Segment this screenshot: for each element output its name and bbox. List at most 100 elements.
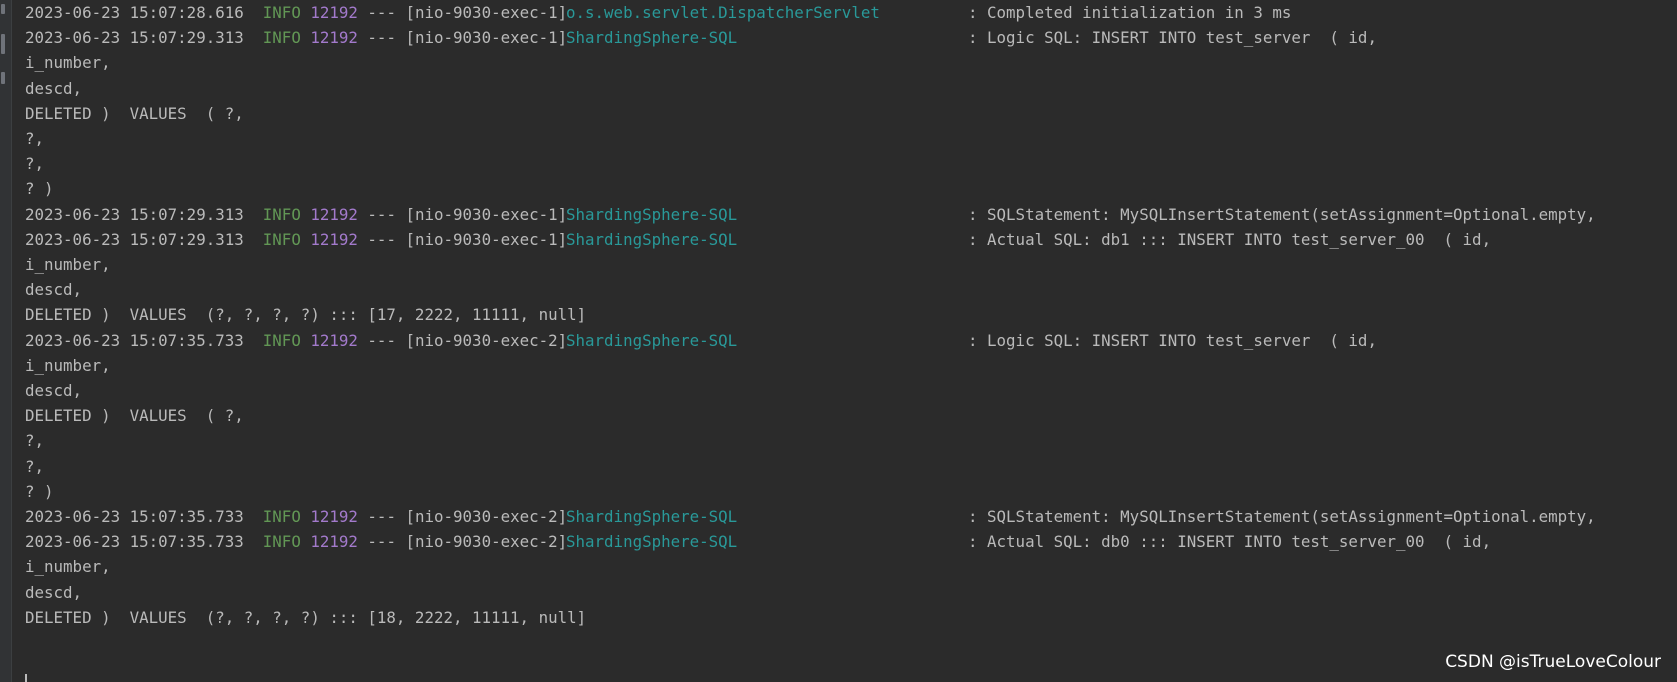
log-separator: --- <box>367 28 396 48</box>
log-continuation: i_number, <box>25 355 111 375</box>
log-thread: [nio-9030-exec-2] <box>405 532 568 552</box>
log-timestamp: 2023-06-23 15:07:29.313 <box>25 28 244 48</box>
log-continuation: DELETED ) VALUES ( ?, <box>25 103 244 123</box>
log-pid: 12192 <box>310 229 358 249</box>
log-continuation: DELETED ) VALUES (?, ?, ?, ?) ::: [18, 2… <box>25 607 587 627</box>
log-logger[interactable]: o.s.web.servlet.DispatcherServlet <box>566 0 880 26</box>
log-prefix: 2023-06-23 15:07:29.313 INFO 12192 --- [… <box>25 24 567 51</box>
log-message: : Actual SQL: db1 ::: INSERT INTO test_s… <box>968 229 1492 249</box>
log-line: 2023-06-23 15:07:29.313 INFO 12192 --- [… <box>25 24 1677 51</box>
log-level: INFO <box>262 330 301 350</box>
log-logger[interactable]: ShardingSphere-SQL <box>566 327 737 354</box>
log-line: ?, <box>25 427 1677 454</box>
log-thread: [nio-9030-exec-1] <box>405 28 568 48</box>
log-line: ?, <box>25 150 1677 177</box>
log-message: : SQLStatement: MySQLInsertStatement(set… <box>968 507 1596 526</box>
log-prefix: 2023-06-23 15:07:35.733 INFO 12192 --- [… <box>25 528 567 555</box>
watermark: CSDN @isTrueLoveColour <box>1445 652 1661 672</box>
log-continuation: DELETED ) VALUES (?, ?, ?, ?) ::: [17, 2… <box>25 305 587 325</box>
log-line: descd, <box>25 75 1677 102</box>
log-line: 2023-06-23 15:07:35.733 INFO 12192 --- [… <box>25 503 1677 530</box>
log-level: INFO <box>262 507 301 526</box>
log-thread: [nio-9030-exec-1] <box>405 229 568 249</box>
console-output[interactable]: 2023-06-23 15:07:28.616 INFO 12192 --- [… <box>25 0 1677 682</box>
log-continuation: ?, <box>25 431 45 451</box>
log-thread: [nio-9030-exec-1] <box>405 204 568 224</box>
log-pid: 12192 <box>310 330 358 350</box>
gutter-marker <box>1 72 5 84</box>
log-pid: 12192 <box>310 204 358 224</box>
log-pid: 12192 <box>310 3 358 22</box>
log-logger[interactable]: ShardingSphere-SQL <box>566 201 737 228</box>
log-continuation: descd, <box>25 381 83 400</box>
log-separator: --- <box>367 204 396 224</box>
log-prefix: 2023-06-23 15:07:29.313 INFO 12192 --- [… <box>25 201 567 228</box>
log-continuation: ?, <box>25 154 45 174</box>
log-prefix: 2023-06-23 15:07:28.616 INFO 12192 --- [… <box>25 0 567 26</box>
console-gutter <box>0 0 12 682</box>
log-timestamp: 2023-06-23 15:07:35.733 <box>25 507 244 526</box>
log-line: 2023-06-23 15:07:35.733 INFO 12192 --- [… <box>25 528 1677 555</box>
log-line: DELETED ) VALUES ( ?, <box>25 402 1677 429</box>
log-message: : SQLStatement: MySQLInsertStatement(set… <box>968 204 1596 224</box>
text-cursor <box>25 674 27 682</box>
log-message: : Logic SQL: INSERT INTO test_server ( i… <box>968 330 1377 350</box>
log-continuation: ? ) <box>25 179 54 199</box>
log-line: 2023-06-23 15:07:35.733 INFO 12192 --- [… <box>25 327 1677 354</box>
log-line: i_number, <box>25 49 1677 76</box>
log-continuation: i_number, <box>25 557 111 577</box>
log-message: : Completed initialization in 3 ms <box>968 3 1292 22</box>
log-separator: --- <box>367 3 396 22</box>
log-line: descd, <box>25 377 1677 404</box>
log-line: ?, <box>25 125 1677 152</box>
log-message: : Logic SQL: INSERT INTO test_server ( i… <box>968 28 1377 48</box>
log-continuation: ?, <box>25 456 45 476</box>
log-prefix: 2023-06-23 15:07:35.733 INFO 12192 --- [… <box>25 503 567 530</box>
log-level: INFO <box>262 532 301 552</box>
log-line: i_number, <box>25 251 1677 278</box>
log-continuation: DELETED ) VALUES ( ?, <box>25 406 244 426</box>
log-continuation: descd, <box>25 582 83 602</box>
log-pid: 12192 <box>310 28 358 48</box>
log-separator: --- <box>367 507 396 526</box>
log-separator: --- <box>367 229 396 249</box>
log-line: DELETED ) VALUES (?, ?, ?, ?) ::: [17, 2… <box>25 301 1677 328</box>
log-line: i_number, <box>25 352 1677 379</box>
log-thread: [nio-9030-exec-2] <box>405 507 568 526</box>
log-line: descd, <box>25 579 1677 606</box>
log-line: ? ) <box>25 478 1677 505</box>
log-timestamp: 2023-06-23 15:07:28.616 <box>25 3 244 22</box>
log-line: descd, <box>25 276 1677 303</box>
log-line: i_number, <box>25 553 1677 580</box>
log-logger[interactable]: ShardingSphere-SQL <box>566 24 737 51</box>
log-continuation: ? ) <box>25 481 54 501</box>
log-line: ? ) <box>25 175 1677 202</box>
log-line: ?, <box>25 453 1677 480</box>
log-thread: [nio-9030-exec-1] <box>405 3 568 22</box>
log-line: 2023-06-23 15:07:28.616 INFO 12192 --- [… <box>25 0 1677 26</box>
log-level: INFO <box>262 204 301 224</box>
log-pid: 12192 <box>310 532 358 552</box>
log-continuation: descd, <box>25 280 83 300</box>
log-logger[interactable]: ShardingSphere-SQL <box>566 528 737 555</box>
log-message: : Actual SQL: db0 ::: INSERT INTO test_s… <box>968 532 1492 552</box>
log-thread: [nio-9030-exec-2] <box>405 330 568 350</box>
log-timestamp: 2023-06-23 15:07:29.313 <box>25 204 244 224</box>
log-line: 2023-06-23 15:07:29.313 INFO 12192 --- [… <box>25 226 1677 253</box>
log-line: 2023-06-23 15:07:29.313 INFO 12192 --- [… <box>25 201 1677 228</box>
log-level: INFO <box>262 28 301 48</box>
log-logger[interactable]: ShardingSphere-SQL <box>566 226 737 253</box>
gutter-marker <box>1 34 5 54</box>
log-level: INFO <box>262 3 301 22</box>
log-line: DELETED ) VALUES (?, ?, ?, ?) ::: [18, 2… <box>25 604 1677 631</box>
log-continuation: ?, <box>25 129 45 148</box>
log-line: DELETED ) VALUES ( ?, <box>25 100 1677 127</box>
log-timestamp: 2023-06-23 15:07:29.313 <box>25 229 244 249</box>
log-level: INFO <box>262 229 301 249</box>
gutter-marker <box>1 4 5 14</box>
log-prefix: 2023-06-23 15:07:29.313 INFO 12192 --- [… <box>25 226 567 253</box>
log-separator: --- <box>367 330 396 350</box>
log-logger[interactable]: ShardingSphere-SQL <box>566 503 737 530</box>
log-timestamp: 2023-06-23 15:07:35.733 <box>25 532 244 552</box>
log-timestamp: 2023-06-23 15:07:35.733 <box>25 330 244 350</box>
